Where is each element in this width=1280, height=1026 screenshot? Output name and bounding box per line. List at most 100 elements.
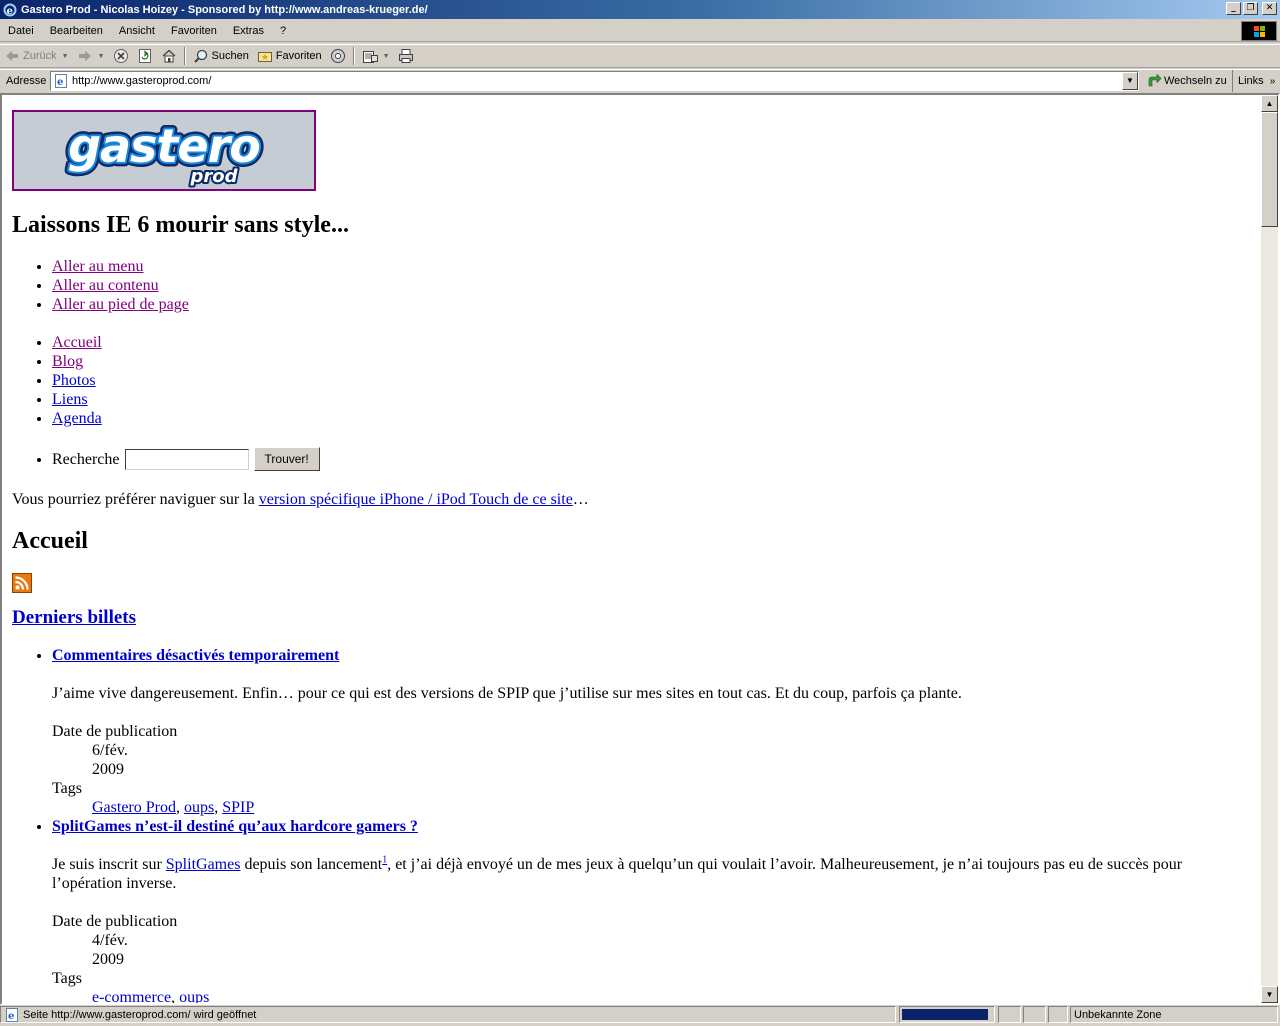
list-item: Liens [52, 390, 1252, 409]
tag-list: e-commerce, oups [92, 989, 210, 1005]
title-bar[interactable]: e Gastero Prod - Nicolas Hoizey - Sponso… [0, 0, 1280, 19]
menu-extras[interactable]: Extras [225, 25, 272, 37]
scroll-down-button[interactable]: ▼ [1261, 986, 1278, 1003]
vertical-scrollbar[interactable]: ▲ ▼ [1261, 95, 1278, 1003]
window-controls: _ ❐ ✕ [1226, 2, 1277, 15]
svg-text:e: e [57, 77, 63, 88]
stop-button[interactable] [109, 45, 133, 67]
tag-link[interactable]: oups [179, 989, 209, 1003]
latest-posts-heading: Derniers billets [12, 608, 1252, 627]
links-toolbar[interactable]: Links » [1232, 70, 1275, 92]
find-button[interactable]: Trouver! [253, 447, 320, 471]
standard-toolbar: Zurück ▼ ▼ Suchen Favoriten ▼ [0, 44, 1280, 68]
minimize-button[interactable]: _ [1226, 2, 1241, 15]
mail-button[interactable]: ▼ [358, 45, 394, 67]
iphone-version-link[interactable]: version spécifique iPhone / iPod Touch d… [259, 491, 573, 508]
tag-link[interactable]: Gastero Prod [92, 799, 176, 816]
post-title-link[interactable]: SplitGames n’est-il destiné qu’aux hardc… [52, 818, 418, 835]
date-year: 2009 [92, 951, 124, 968]
address-dropdown-button[interactable]: ▼ [1122, 72, 1138, 90]
media-icon [330, 48, 346, 64]
refresh-button[interactable] [133, 45, 157, 67]
iphone-notice-suffix: … [572, 491, 589, 508]
menu-bearbeiten[interactable]: Bearbeiten [42, 25, 111, 37]
back-arrow-icon [4, 48, 20, 64]
main-nav: Accueil Blog Photos Liens Agenda [12, 333, 1252, 428]
scroll-thumb[interactable] [1261, 112, 1278, 227]
post-meta: Date de publication 4/fév. 2009 Tags e-c… [52, 912, 1252, 1005]
tag-link[interactable]: oups [184, 799, 214, 816]
go-arrow-icon [1146, 73, 1162, 89]
windows-throbber [1241, 21, 1277, 41]
status-text: Seite http://www.gasteroprod.com/ wird g… [23, 1008, 257, 1021]
window-title: Gastero Prod - Nicolas Hoizey - Sponsore… [21, 3, 428, 16]
skip-to-menu-link[interactable]: Aller au menu [52, 258, 144, 275]
svg-text:e: e [8, 1011, 14, 1022]
iphone-notice: Vous pourriez préférer naviguer sur la v… [12, 490, 1252, 509]
status-panel [998, 1006, 1021, 1023]
forward-button[interactable]: ▼ [73, 45, 109, 67]
date-day: 4/fév. [92, 932, 128, 949]
back-dropdown-icon[interactable]: ▼ [62, 53, 69, 60]
post-excerpt: J’aime vive dangereusement. Enfin… pour … [52, 685, 962, 702]
menu-favoriten[interactable]: Favoriten [163, 25, 225, 37]
print-button[interactable] [394, 45, 418, 67]
menu-ansicht[interactable]: Ansicht [111, 25, 163, 37]
home-button[interactable] [157, 45, 181, 67]
svg-text:prod: prod [189, 166, 238, 187]
post-item: SplitGames n’est-il destiné qu’aux hardc… [52, 817, 1252, 1005]
nav-agenda[interactable]: Agenda [52, 410, 102, 427]
tag-list: Gastero Prod, oups, SPIP [92, 799, 255, 816]
page-content: gastero gastero gastero prod prod Laisso… [12, 95, 1252, 1005]
tag-link[interactable]: e-commerce [92, 989, 171, 1003]
close-button[interactable]: ✕ [1262, 2, 1277, 15]
search-input[interactable] [124, 448, 249, 470]
menu-help[interactable]: ? [272, 25, 294, 37]
home-icon [161, 48, 177, 64]
tag-link[interactable]: SPIP [222, 799, 254, 816]
maximize-button[interactable]: ❐ [1243, 2, 1258, 15]
status-panel [1048, 1006, 1068, 1023]
search-icon [193, 48, 209, 64]
browser-viewport: gastero gastero gastero prod prod Laisso… [0, 93, 1280, 1005]
media-button[interactable] [326, 45, 350, 67]
menu-bar: Datei Bearbeiten Ansicht Favoriten Extra… [0, 20, 1280, 42]
post-title-link[interactable]: Commentaires désactivés temporairement [52, 647, 339, 664]
svg-text:gastero: gastero [68, 119, 260, 173]
nav-blog[interactable]: Blog [52, 353, 83, 370]
skip-to-footer-link[interactable]: Aller au pied de page [52, 296, 189, 313]
progress-fill [902, 1009, 988, 1020]
favorites-button[interactable]: Favoriten [253, 45, 326, 67]
latest-posts-link[interactable]: Derniers billets [12, 607, 136, 628]
favorites-icon [257, 48, 273, 64]
mail-dropdown-icon[interactable]: ▼ [383, 53, 390, 60]
status-panel [1023, 1006, 1046, 1023]
address-label: Adresse [6, 75, 47, 87]
tags-label: Tags [52, 970, 82, 987]
skip-to-content-link[interactable]: Aller au contenu [52, 277, 159, 294]
nav-liens[interactable]: Liens [52, 391, 88, 408]
address-field[interactable]: e ▼ [50, 71, 1139, 91]
list-item: Blog [52, 352, 1252, 371]
scroll-up-button[interactable]: ▲ [1261, 95, 1278, 112]
search-button[interactable]: Suchen [189, 45, 253, 67]
chevron-right-icon[interactable]: » [1270, 76, 1276, 87]
site-logo[interactable]: gastero gastero gastero prod prod [12, 110, 316, 191]
status-message-panel: e Seite http://www.gasteroprod.com/ wird… [0, 1006, 896, 1023]
menu-datei[interactable]: Datei [0, 25, 42, 37]
back-button[interactable]: Zurück ▼ [0, 45, 73, 67]
forward-dropdown-icon[interactable]: ▼ [98, 53, 105, 60]
search-form-label: Recherche [52, 450, 120, 468]
list-item: Agenda [52, 409, 1252, 428]
status-bar: e Seite http://www.gasteroprod.com/ wird… [0, 1005, 1280, 1024]
tags-label: Tags [52, 780, 82, 797]
stop-icon [113, 48, 129, 64]
nav-photos[interactable]: Photos [52, 372, 96, 389]
splitgames-link[interactable]: SplitGames [166, 856, 241, 873]
refresh-icon [137, 48, 153, 64]
go-button[interactable]: Wechseln zu [1146, 73, 1227, 89]
nav-accueil[interactable]: Accueil [52, 334, 102, 351]
address-input[interactable] [72, 75, 1112, 87]
rss-icon[interactable] [12, 573, 32, 593]
post-meta: Date de publication 6/fév. 2009 Tags Gas… [52, 722, 1252, 817]
